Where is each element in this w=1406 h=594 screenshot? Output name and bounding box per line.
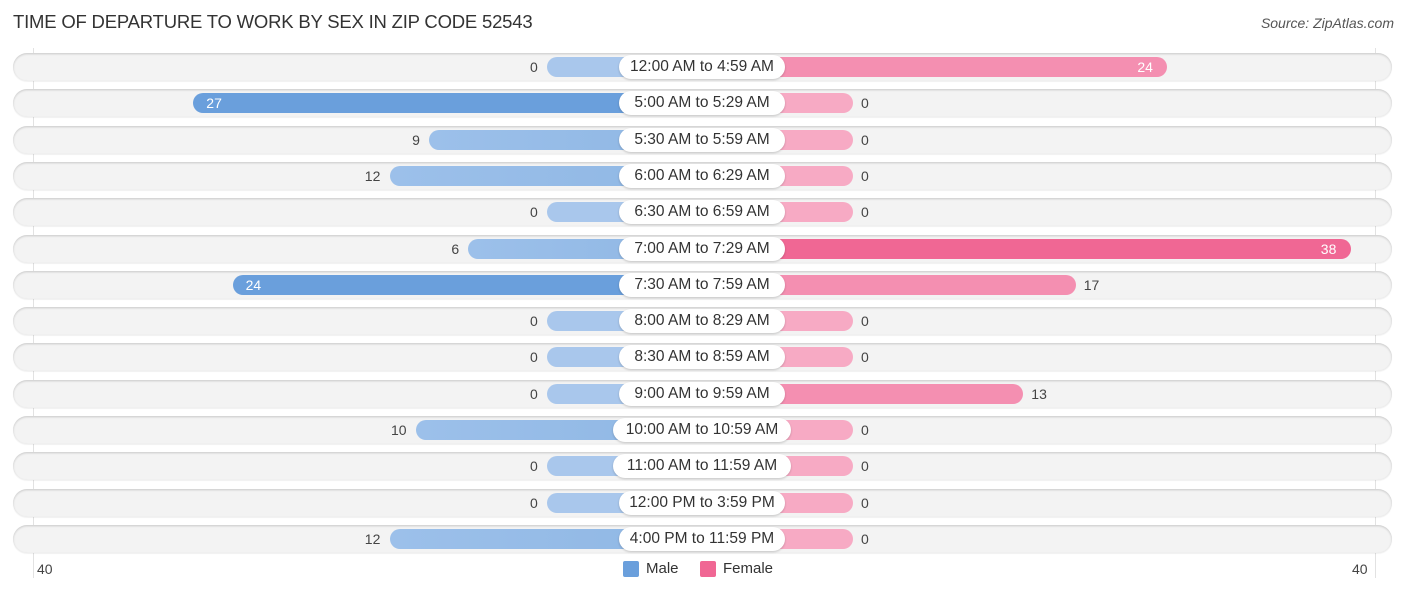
female-value-label: 0	[861, 95, 869, 112]
category-label: 12:00 PM to 3:59 PM	[619, 490, 785, 515]
legend-female-swatch	[700, 560, 716, 577]
axis-tick-right: 40	[1352, 561, 1368, 577]
male-value-label: 0	[530, 494, 538, 511]
female-value-label: 0	[861, 458, 869, 475]
male-value-label: 0	[530, 385, 538, 402]
male-value-label: 12	[364, 530, 381, 547]
category-label: 10:00 AM to 10:59 AM	[613, 418, 791, 442]
female-value-label: 0	[861, 313, 869, 330]
female-value-label: 0	[861, 131, 869, 148]
category-label: 7:00 AM to 7:29 AM	[619, 236, 785, 261]
female-value-label: 38	[1320, 240, 1337, 257]
source-credit: Source: ZipAtlas.com	[1260, 15, 1394, 31]
axis-tick-left: 40	[37, 561, 53, 577]
category-label: 11:00 AM to 11:59 AM	[613, 454, 791, 479]
legend-female-label: Female	[723, 560, 774, 577]
category-label: 12:00 AM to 4:59 AM	[619, 55, 785, 79]
legend-male-label: Male	[646, 560, 679, 577]
male-value-label: 0	[530, 349, 538, 366]
male-value-label: 24	[245, 276, 262, 293]
legend-male: Male	[623, 560, 679, 577]
legend-female: Female	[700, 560, 773, 577]
male-value-label: 0	[530, 313, 538, 330]
male-value-label: 27	[206, 95, 222, 112]
category-label: 6:30 AM to 6:59 AM	[619, 200, 785, 225]
female-value-label: 24	[1137, 59, 1153, 75]
female-value-label: 0	[861, 204, 869, 221]
male-value-label: 10	[391, 422, 407, 438]
female-bar	[700, 238, 1351, 259]
female-value-label: 17	[1083, 276, 1100, 293]
female-value-label: 0	[861, 167, 869, 184]
legend-male-swatch	[623, 560, 639, 577]
category-label: 8:00 AM to 8:29 AM	[619, 309, 785, 334]
male-value-label: 0	[530, 59, 538, 75]
category-label: 4:00 PM to 11:59 PM	[619, 526, 785, 551]
category-label: 7:30 AM to 7:59 AM	[619, 272, 785, 297]
category-label: 6:00 AM to 6:29 AM	[619, 163, 785, 188]
category-label: 5:00 AM to 5:29 AM	[619, 91, 785, 116]
male-value-label: 0	[530, 458, 538, 475]
female-value-label: 13	[1031, 385, 1047, 402]
female-value-label: 0	[861, 494, 869, 511]
female-value-label: 0	[861, 349, 869, 366]
category-label: 9:00 AM to 9:59 AM	[619, 381, 785, 406]
male-value-label: 6	[451, 240, 460, 257]
female-value-label: 0	[861, 422, 869, 438]
female-value-label: 0	[861, 530, 869, 547]
male-value-label: 9	[412, 131, 420, 148]
category-label: 5:30 AM to 5:59 AM	[619, 127, 785, 152]
male-value-label: 12	[364, 167, 381, 184]
chart-title: TIME OF DEPARTURE TO WORK BY SEX IN ZIP …	[13, 11, 533, 32]
male-value-label: 0	[530, 204, 538, 221]
category-label: 8:30 AM to 8:59 AM	[619, 345, 785, 370]
